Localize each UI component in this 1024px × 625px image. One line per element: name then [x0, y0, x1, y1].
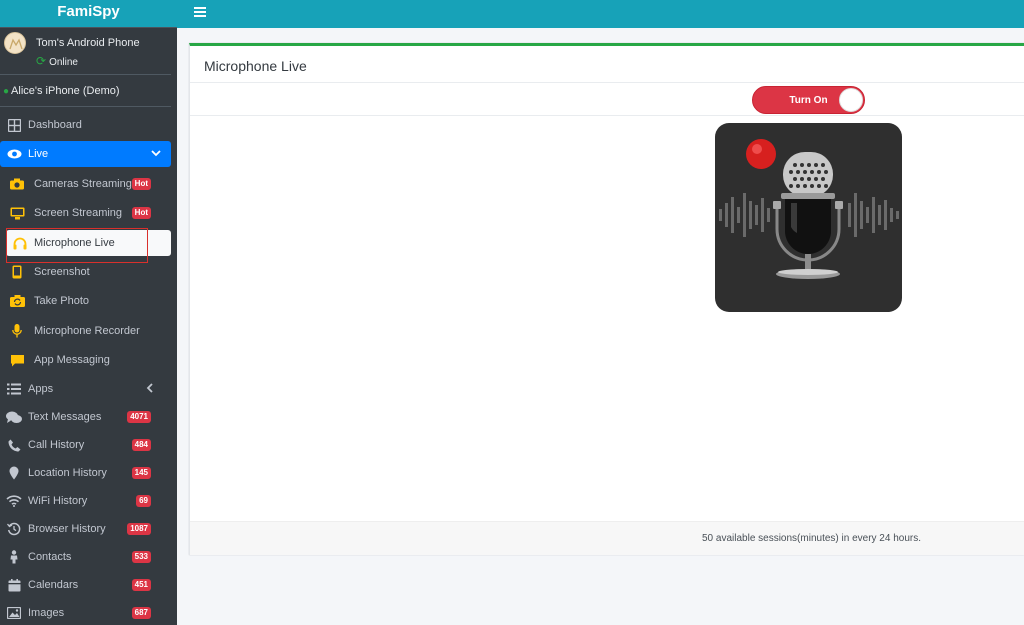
list-icon	[0, 383, 28, 395]
comments-icon	[0, 411, 28, 424]
microphone-live-card: Microphone Live Turn On 50 available ses…	[189, 43, 1024, 555]
sidebar-item-label: Live	[28, 148, 49, 160]
sidebar-item-label: Take Photo	[34, 295, 90, 307]
sidebar-item-label: Contacts	[28, 551, 72, 563]
count-badge: 451	[131, 579, 151, 591]
sidebar-item-images[interactable]: Images 687	[0, 600, 171, 625]
sidebar-item-label: Microphone Recorder	[34, 325, 140, 337]
divider	[190, 115, 1024, 116]
map-marker-icon	[0, 466, 28, 480]
sidebar-item-label: Call History	[28, 439, 85, 451]
user-panel[interactable]: Tom's Android Phone ⟳ Online	[0, 28, 171, 75]
grid-icon	[0, 118, 28, 132]
sidebar-item-label: Dashboard	[28, 119, 82, 131]
count-badge: 4071	[127, 411, 151, 423]
camera-icon	[0, 178, 34, 190]
sidebar-item-call-history[interactable]: Call History 484	[0, 432, 171, 458]
sidebar-item-label: Screen Streaming	[34, 207, 123, 219]
device-name: Alice's iPhone (Demo)	[11, 85, 120, 97]
camera-rotate-icon	[0, 295, 34, 307]
phone-call-icon	[0, 439, 28, 452]
user-status: ⟳ Online	[36, 54, 78, 68]
person-icon	[0, 550, 28, 564]
count-badge: 69	[136, 495, 151, 507]
count-badge: 145	[131, 467, 151, 479]
apple-icon: ●	[3, 86, 10, 97]
card-footer: 50 available sessions(minutes) in every …	[190, 521, 1024, 555]
phone-icon	[0, 265, 34, 279]
microphone-icon	[0, 324, 34, 338]
sidebar-item-location-history[interactable]: Location History 145	[0, 460, 171, 486]
calendar-icon	[0, 578, 28, 592]
eye-icon	[0, 149, 28, 159]
sidebar-item-take-photo[interactable]: Take Photo	[0, 288, 171, 314]
sidebar-item-label: Location History	[28, 467, 107, 479]
toggle-knob	[839, 88, 863, 112]
avatar	[4, 32, 26, 54]
sidebar-item-app-messaging[interactable]: App Messaging	[0, 347, 171, 373]
sidebar-item-label: Text Messages	[28, 411, 102, 423]
page-title: Microphone Live	[204, 58, 307, 74]
count-badge: 484	[131, 439, 151, 451]
sidebar-item-screen-streaming[interactable]: Screen Streaming Hot	[0, 200, 171, 226]
count-badge: 687	[131, 607, 151, 619]
sidebar-item-label: Cameras Streaming	[34, 178, 132, 190]
sidebar-item-apps[interactable]: Apps	[0, 376, 171, 402]
sidebar-item-browser-history[interactable]: Browser History 1087	[0, 516, 171, 542]
sidebar-item-label: App Messaging	[34, 354, 110, 366]
chevron-left-icon[interactable]	[146, 382, 153, 396]
sidebar-item-text-messages[interactable]: Text Messages 4071	[0, 404, 171, 430]
hamburger-menu-icon[interactable]	[194, 7, 206, 17]
sidebar-item-wifi-history[interactable]: WiFi History 69	[0, 488, 171, 514]
wifi-icon	[0, 495, 28, 507]
sidebar-item-label: Images	[28, 607, 65, 619]
monitor-icon	[0, 207, 34, 220]
history-icon	[0, 522, 28, 536]
status-text: Online	[49, 57, 78, 68]
top-navbar	[177, 0, 1024, 28]
count-badge: 533	[131, 551, 151, 563]
toggle-label: Turn On	[789, 95, 828, 106]
device-selector[interactable]: ● Alice's iPhone (Demo)	[0, 75, 171, 107]
chat-icon	[0, 354, 34, 367]
brand-logo[interactable]: FamiSpy	[0, 0, 177, 28]
image-icon	[0, 607, 28, 619]
sidebar-item-label: Screenshot	[34, 266, 90, 278]
sidebar-item-dashboard[interactable]: Dashboard	[0, 112, 171, 138]
turn-on-toggle[interactable]: Turn On	[752, 86, 865, 114]
microphone-illustration	[715, 123, 902, 312]
chevron-down-icon[interactable]	[151, 148, 161, 160]
sidebar-item-label: Calendars	[28, 579, 79, 591]
sidebar-item-live[interactable]: Live	[0, 141, 171, 167]
highlight-frame	[6, 228, 148, 263]
sidebar-item-microphone-recorder[interactable]: Microphone Recorder	[0, 318, 171, 344]
sidebar: FamiSpy Tom's Android Phone ⟳ Online ● Ali…	[0, 0, 177, 625]
online-icon: ⟳	[36, 54, 47, 68]
sidebar-item-label: WiFi History	[28, 495, 88, 507]
sidebar-item-calendars[interactable]: Calendars 451	[0, 572, 171, 598]
user-name: Tom's Android Phone	[36, 37, 140, 49]
microphone-icon	[719, 139, 899, 279]
sidebar-item-cameras-streaming[interactable]: Cameras Streaming Hot	[0, 171, 171, 197]
hot-badge: Hot	[131, 207, 151, 219]
session-info: 50 available sessions(minutes) in every …	[702, 533, 921, 544]
hot-badge: Hot	[131, 178, 151, 190]
sidebar-item-label: Browser History	[28, 523, 106, 535]
divider	[190, 82, 1024, 83]
count-badge: 1087	[127, 523, 151, 535]
sidebar-item-label: Apps	[28, 383, 54, 395]
sidebar-item-contacts[interactable]: Contacts 533	[0, 544, 171, 570]
